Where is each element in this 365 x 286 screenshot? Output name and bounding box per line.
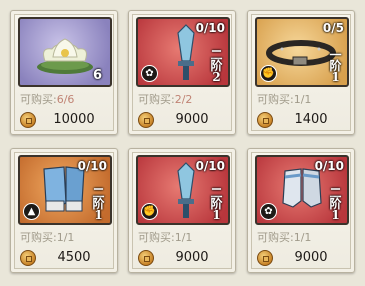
item-count: 1 (212, 208, 221, 222)
fist-icon: ✊ (260, 65, 277, 82)
price-row: 9000 (138, 249, 228, 267)
stock-badge: 0/10 (195, 159, 225, 173)
shop-grid: 6 可购买:6/6 10000 0/10 二阶2 ✿ 可购买:2/2 9000 (0, 0, 365, 286)
item-frame: 0/10 二阶1 ▲ (18, 155, 112, 225)
purchase-limit: 可购买:2/2 (138, 91, 192, 107)
item-frame: 6 (18, 17, 112, 87)
item-frame: 0/5 一阶1 ✊ (255, 17, 349, 87)
price-row: 9000 (257, 249, 347, 267)
price-row: 9000 (138, 111, 228, 129)
limit-value: 1/1 (293, 93, 312, 106)
flower-icon: ✿ (141, 65, 158, 82)
item-frame: 0/10 二阶1 ✿ (255, 155, 349, 225)
purchase-limit: 可购买:1/1 (257, 229, 311, 245)
limit-label: 可购买: (138, 231, 175, 244)
price: 1400 (294, 112, 328, 127)
stock-badge: 0/5 (322, 21, 344, 35)
purchase-limit: 可购买:1/1 (257, 91, 311, 107)
fist-icon: ✊ (141, 203, 158, 220)
shop-item-belt[interactable]: 0/5 一阶1 ✊ 可购买:1/1 1400 (247, 10, 355, 135)
shop-item-shin-guards[interactable]: 0/10 二阶1 ✿ 可购买:1/1 9000 (247, 148, 355, 273)
item-count: 2 (212, 70, 221, 84)
price-row: 4500 (20, 249, 110, 267)
shop-item-boots[interactable]: 0/10 二阶1 ▲ 可购买:1/1 4500 (10, 148, 118, 273)
purchase-limit: 可购买:6/6 (20, 91, 74, 107)
rank-label: 二阶1 (329, 186, 342, 222)
limit-label: 可购买: (138, 93, 175, 106)
item-count: 6 (92, 68, 102, 83)
item-frame: 0/10 二阶1 ✊ (136, 155, 230, 225)
limit-value: 1/1 (293, 231, 312, 244)
price: 9000 (175, 250, 209, 265)
limit-label: 可购买: (257, 231, 294, 244)
item-frame: 0/10 二阶2 ✿ (136, 17, 230, 87)
stock-badge: 0/10 (77, 159, 107, 173)
flower-icon: ✿ (260, 203, 277, 220)
item-count: 1 (331, 70, 340, 84)
shop-item-lotus[interactable]: 6 可购买:6/6 10000 (10, 10, 118, 135)
shop-item-red-blade-2[interactable]: 0/10 二阶1 ✊ 可购买:1/1 9000 (128, 148, 236, 273)
limit-label: 可购买: (20, 93, 57, 106)
price-row: 10000 (20, 111, 110, 129)
rank-label: 一阶1 (329, 48, 342, 84)
flame-icon: ▲ (23, 203, 40, 220)
limit-label: 可购买: (257, 93, 294, 106)
price: 9000 (294, 250, 328, 265)
stock-badge: 0/10 (314, 159, 344, 173)
price: 4500 (57, 250, 91, 265)
stock-badge: 0/10 (195, 21, 225, 35)
item-count: 1 (94, 208, 103, 222)
limit-label: 可购买: (20, 231, 57, 244)
price: 9000 (175, 112, 209, 127)
purchase-limit: 可购买:1/1 (20, 229, 74, 245)
limit-value: 1/1 (56, 231, 75, 244)
rank-label: 二阶2 (210, 48, 223, 84)
price: 10000 (53, 112, 95, 127)
purchase-limit: 可购买:1/1 (138, 229, 192, 245)
item-count: 1 (331, 208, 340, 222)
limit-value: 1/1 (174, 231, 193, 244)
limit-value: 6/6 (56, 93, 75, 106)
rank-label: 二阶1 (92, 186, 105, 222)
shop-item-red-blade[interactable]: 0/10 二阶2 ✿ 可购买:2/2 9000 (128, 10, 236, 135)
limit-value: 2/2 (174, 93, 193, 106)
rank-label: 二阶1 (210, 186, 223, 222)
price-row: 1400 (257, 111, 347, 129)
